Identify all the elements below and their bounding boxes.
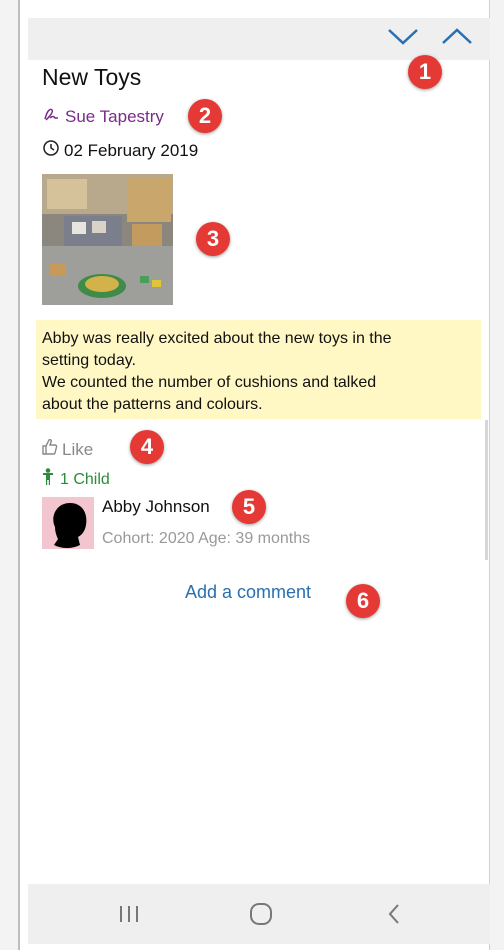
like-button[interactable]: Like [40,437,93,462]
back-icon[interactable] [382,900,408,928]
post-title: New Toys [42,64,142,90]
thumbs-up-icon [40,437,62,462]
post-photo[interactable] [42,174,173,305]
callout-badge-4: 4 [130,430,164,464]
chevron-down-icon[interactable] [386,24,420,48]
note-line: about the patterns and colours. [42,396,263,413]
child-cohort-age: Cohort: 2020 Age: 39 months [102,530,311,547]
post-navigation-bar [28,18,490,60]
home-icon[interactable] [248,900,274,928]
author-name: Sue Tapestry [65,106,164,126]
date-text: 02 February 2019 [64,140,199,160]
device-frame-right [489,0,504,950]
callout-badge-2: 2 [188,99,222,133]
device-frame-left [0,0,20,950]
avatar[interactable] [42,497,94,549]
post-date: 02 February 2019 [42,139,198,162]
chevron-up-icon[interactable] [440,24,474,48]
observation-note: Abby was really excited about the new to… [36,320,481,419]
callout-badge-3: 3 [196,222,230,256]
child-name[interactable]: Abby Johnson [102,497,210,517]
note-line: Abby was really excited about the new to… [42,330,392,347]
children-count-label: 1 Child [60,470,110,488]
recent-apps-icon[interactable] [116,900,142,928]
note-line: setting today. [42,352,136,369]
clock-icon [42,139,64,162]
like-label: Like [62,439,94,459]
scrollbar[interactable] [485,420,488,560]
child-figure-icon [42,468,60,491]
add-comment-link[interactable]: Add a comment [185,582,311,603]
post-author[interactable]: Sue Tapestry [42,105,164,128]
note-line: We counted the number of cushions and ta… [42,374,377,391]
children-count[interactable]: 1 Child [42,468,110,491]
callout-badge-6: 6 [346,584,380,618]
callout-badge-5: 5 [232,490,266,524]
callout-badge-1: 1 [408,55,442,89]
pen-icon [42,105,65,128]
